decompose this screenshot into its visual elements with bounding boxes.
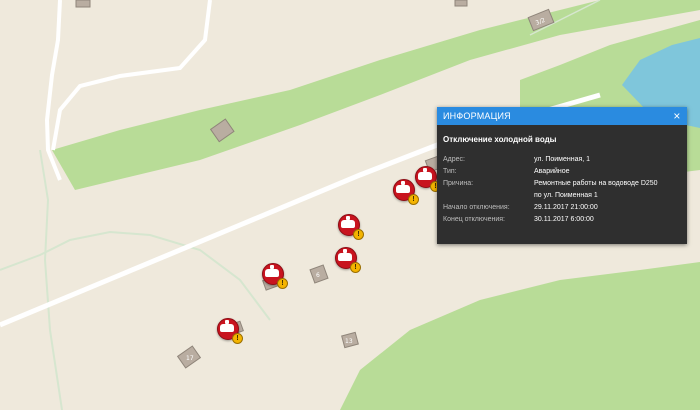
detail-label — [443, 190, 534, 202]
info-popup: ИНФОРМАЦИЯ × Отключение холодной воды Ад… — [437, 107, 687, 244]
detail-row-type: Тип: Аварийное — [443, 166, 687, 178]
building — [454, 0, 468, 7]
building-number: 6 — [316, 272, 320, 279]
detail-label: Адрес: — [443, 156, 465, 163]
water-outage-icon[interactable]: ! — [217, 318, 243, 344]
detail-value: ул. Поименная, 1 — [534, 156, 591, 163]
detail-label: Конец отключения: — [443, 216, 506, 223]
detail-label: Причина: — [443, 180, 474, 187]
detail-value: 30.11.2017 6:00:00 — [534, 216, 594, 223]
water-outage-icon[interactable]: ! — [338, 214, 364, 240]
detail-value: 29.11.2017 21:00:00 — [534, 204, 598, 211]
detail-row-start: Начало отключения: 29.11.2017 21:00:00 — [443, 202, 687, 214]
detail-row-reason: Причина: Ремонтные работы на водоводе D2… — [443, 178, 687, 190]
building-number: 13 — [345, 338, 353, 345]
detail-value: Ремонтные работы на водоводе D250 — [534, 180, 658, 187]
water-outage-icon[interactable]: ! — [262, 263, 288, 289]
info-popup-title: Отключение холодной воды — [443, 135, 557, 144]
info-popup-details: Адрес: ул. Поименная, 1 Тип: Аварийное П… — [443, 154, 687, 226]
detail-row-address: Адрес: ул. Поименная, 1 — [443, 154, 687, 166]
water-outage-icon[interactable]: ! — [335, 247, 361, 273]
close-icon[interactable]: × — [672, 107, 682, 125]
water-outage-icon[interactable]: ! — [415, 166, 441, 192]
detail-label: Начало отключения: — [443, 204, 510, 211]
info-popup-header-title: ИНФОРМАЦИЯ — [443, 111, 511, 121]
building-number: 17 — [186, 355, 194, 362]
detail-label: Тип: — [443, 168, 457, 175]
water-outage-icon[interactable]: ! — [393, 179, 419, 205]
info-popup-header: ИНФОРМАЦИЯ × — [437, 107, 687, 125]
detail-row-reason-continued: по ул. Поименная 1 — [443, 190, 687, 202]
detail-value: по ул. Поименная 1 — [534, 192, 598, 199]
detail-row-end: Конец отключения: 30.11.2017 6:00:00 — [443, 214, 687, 226]
detail-value: Аварийное — [534, 168, 570, 175]
building — [75, 0, 91, 8]
